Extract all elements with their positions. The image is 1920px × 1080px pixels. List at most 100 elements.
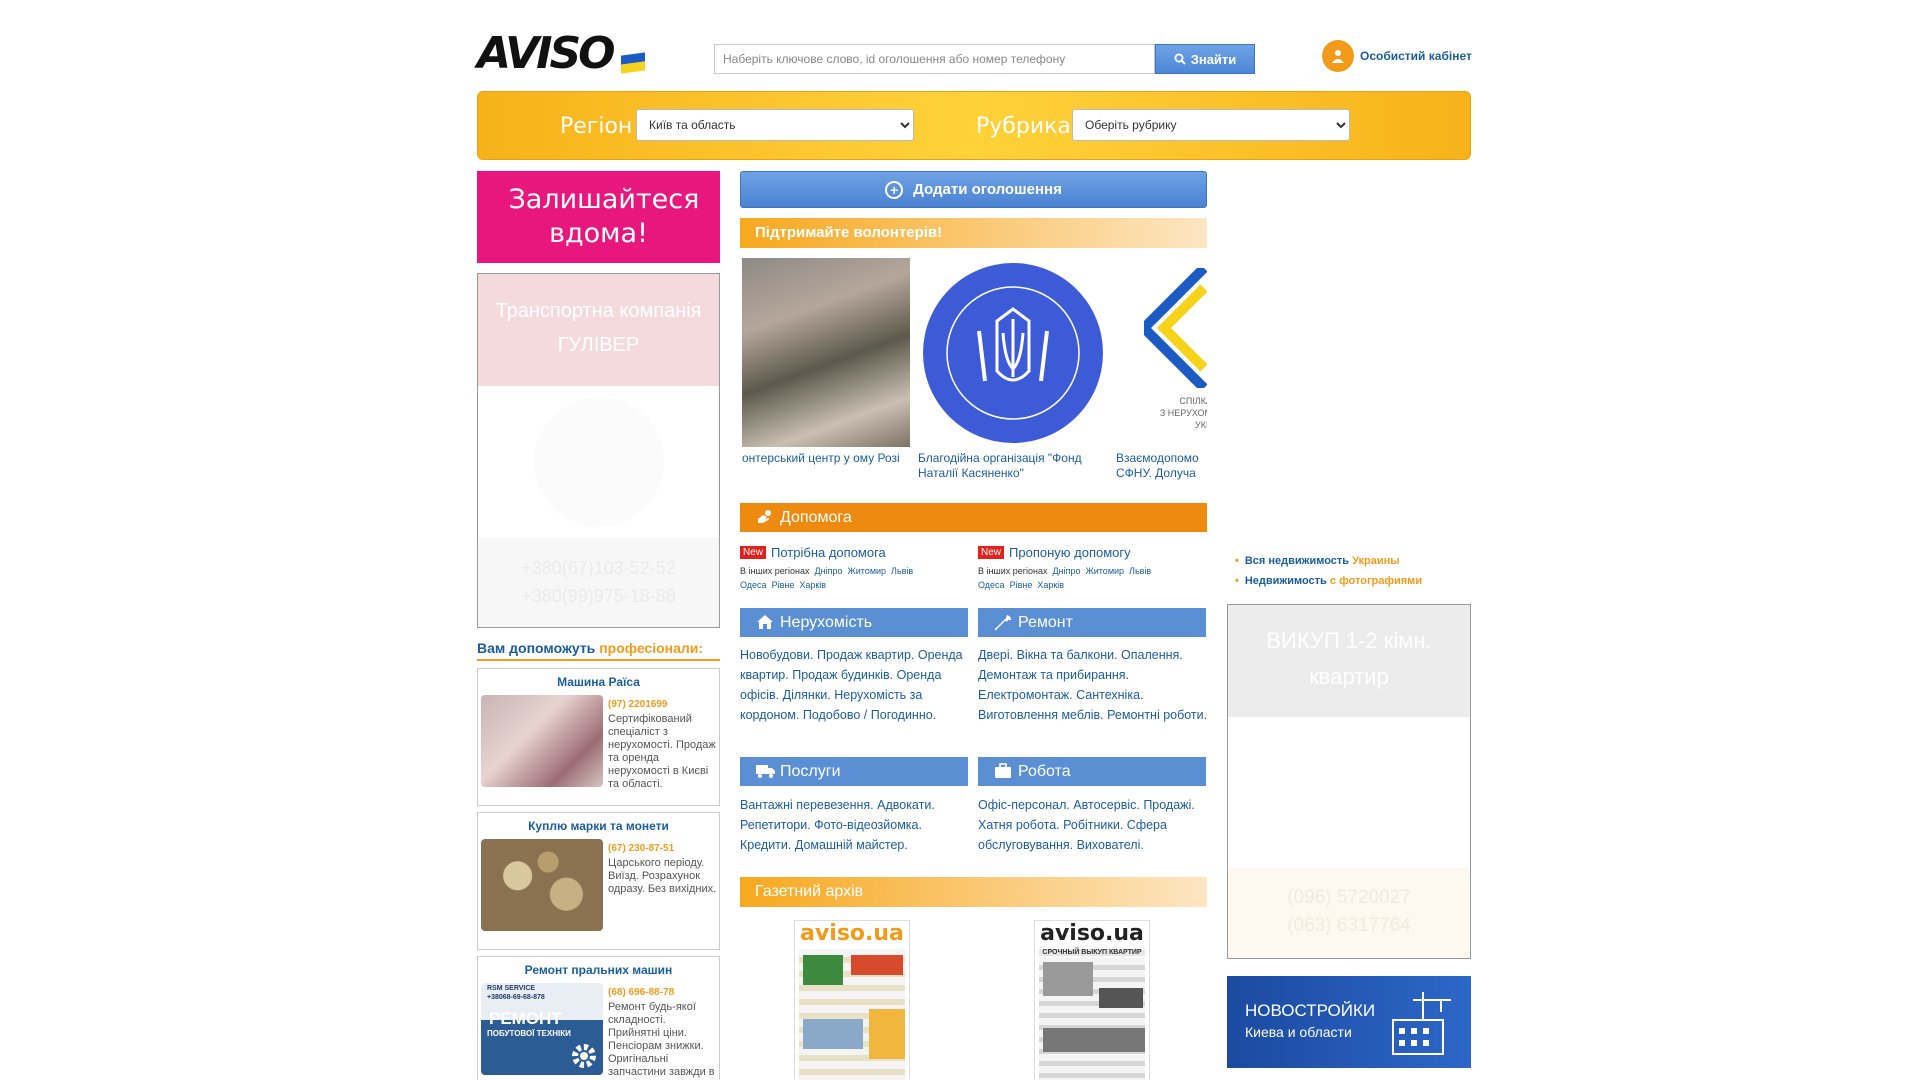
vykup-title: ВИКУП 1-2 кімн. квартир <box>1228 605 1470 717</box>
rubric-label: Рубрика <box>976 114 1071 139</box>
briefcase-icon <box>995 763 1011 778</box>
gulliver-title: Транспортна компанія ГУЛІВЕР <box>478 274 719 386</box>
pro-name[interactable]: Куплю марки та монети <box>478 813 719 837</box>
pro-phone: (97) 2201699 <box>608 699 668 710</box>
volunteers-carousel[interactable]: онтерський центр у ому Розі Благодійна о… <box>742 258 1207 483</box>
help-need-block: New Потрібна допомога В інших регіонах Дні… <box>740 545 970 592</box>
new-badge: New <box>740 546 767 559</box>
region-link[interactable]: Дніпро <box>1053 566 1081 576</box>
search-bar: Знайти <box>714 44 1255 74</box>
sfnu-text: СПІЛКА З НЕРУХОМ УКР <box>1159 396 1207 430</box>
right-links: • Вся недвижимость Украины • Недвижимость … <box>1235 551 1422 591</box>
add-ad-button[interactable]: + Додати оголошення <box>740 171 1207 208</box>
category-services-header[interactable]: Послуги <box>740 757 968 786</box>
volunteers-heading: Підтримайте волонтерів! <box>740 218 1207 248</box>
pro-name[interactable]: Ремонт пральних машин <box>478 957 719 981</box>
category-realty-links[interactable]: Новобудови. Продаж квартир. Оренда кварт… <box>740 645 972 725</box>
repair-image-title2: ПОБУТОВОЇ ТЕХНІКИ <box>487 1029 571 1038</box>
region-link[interactable]: Дніпро <box>815 566 843 576</box>
user-icon <box>1322 40 1354 72</box>
gear-icon <box>572 1044 596 1068</box>
carousel-caption[interactable]: Благодійна організація "Фонд Наталії Кас… <box>918 451 1108 481</box>
ukraine-flag-icon <box>620 52 645 74</box>
region-link[interactable]: Харків <box>1037 580 1064 590</box>
category-services-links[interactable]: Вантажні перевезення. Адвокати. Репетито… <box>740 795 972 855</box>
new-badge: New <box>978 546 1005 559</box>
novostroyki-banner[interactable]: НОВОСТРОЙКИ Киева и области <box>1227 976 1471 1068</box>
house-icon <box>757 615 773 629</box>
search-icon <box>1174 53 1186 65</box>
region-link[interactable]: Житомир <box>1085 566 1124 576</box>
link-all-realty[interactable]: • Вся недвижимость Украины <box>1235 551 1422 571</box>
category-realty-header[interactable]: Нерухомість <box>740 608 968 637</box>
repair-image-line2: +38068-69-68-878 <box>487 994 545 1001</box>
region-select[interactable]: Київ та область <box>636 109 914 141</box>
pro-card[interactable]: Машина Раїса (97) 2201699 Сертифікований… <box>477 668 720 806</box>
search-button-label: Знайти <box>1190 51 1237 67</box>
help-need-link[interactable]: Потрібна допомога <box>771 545 886 560</box>
vykup-phones: (096) 5720027 (063) 6317764 <box>1228 868 1470 958</box>
carousel-item[interactable]: Благодійна організація "Фонд Наталії Кас… <box>918 258 1108 480</box>
gulliver-logo <box>533 397 664 527</box>
stay-home-banner[interactable]: Залишайтеся вдома! <box>477 171 720 263</box>
pro-name[interactable]: Машина Раїса <box>478 669 719 693</box>
pro-description: Царського періоду. Виїзд. Розрахунок одр… <box>608 857 717 895</box>
help-regions: В інших регіонах Дніпро Житомир Львів Одеса… <box>740 566 914 590</box>
pro-phone: (67) 230-87-51 <box>608 843 675 854</box>
category-jobs-links[interactable]: Офіс-персонал. Автосервіс. Продажі. Хатн… <box>978 795 1210 855</box>
carousel-item[interactable]: СПІЛКА З НЕРУХОМ УКР Взаємодопомо СФНУ. … <box>1116 258 1207 480</box>
helping-hand-icon <box>758 510 771 523</box>
pro-description: Ремонт будь-якої складності. Прийнятні ц… <box>608 1001 715 1080</box>
repair-image-title1: РЕМОНТ <box>489 1009 562 1028</box>
archive-heading: Газетний архів <box>740 877 1207 907</box>
region-link[interactable]: Львів <box>891 566 913 576</box>
region-link[interactable]: Харків <box>799 580 826 590</box>
sfnu-logo: СПІЛКА З НЕРУХОМ УКР <box>1116 258 1207 447</box>
category-repair-header[interactable]: Ремонт <box>978 608 1206 637</box>
pro-card[interactable]: Куплю марки та монети (67) 230-87-51 Цар… <box>477 812 720 950</box>
newspaper-issue[interactable]: aviso.ua <box>794 920 910 1080</box>
carousel-caption[interactable]: Взаємодопомо СФНУ. Долуча <box>1116 451 1206 481</box>
repair-photo: RSM SERVICE +38068-69-68-878 РЕМОНТ ПОБУ… <box>481 983 603 1075</box>
link-realty-photos[interactable]: • Недвижимость с фотографиями <box>1235 571 1422 591</box>
paper-masthead: aviso.ua <box>800 921 904 946</box>
pro-photo <box>481 695 603 787</box>
help-regions: В інших регіонах Дніпро Житомир Львів Одеса… <box>978 566 1152 590</box>
region-link[interactable]: Житомир <box>847 566 886 576</box>
category-repair-links[interactable]: Двері. Вікна та балкони. Опалення. Демон… <box>978 645 1210 725</box>
carousel-item[interactable]: онтерський центр у ому Розі <box>742 258 910 465</box>
help-offer-block: New Пропоную допомогу В інших регіонах Дні… <box>978 545 1208 592</box>
fund-logo <box>918 258 1108 447</box>
novo-title: НОВОСТРОЙКИ <box>1245 1001 1376 1020</box>
region-link[interactable]: Рівне <box>772 580 795 590</box>
repair-image-line1: RSM SERVICE <box>487 985 536 992</box>
gulliver-ad[interactable]: Транспортна компанія ГУЛІВЕР +380(67)103… <box>477 273 720 628</box>
building-crane-icon <box>1392 992 1451 1055</box>
region-link[interactable]: Одеса <box>978 580 1005 590</box>
pro-description: Сертифікований спеціаліст з нерухомості.… <box>608 713 716 790</box>
search-button[interactable]: Знайти <box>1155 44 1255 74</box>
volunteers-photo <box>742 258 910 447</box>
carousel-caption[interactable]: онтерський центр у ому Розі <box>742 451 932 466</box>
region-link[interactable]: Рівне <box>1010 580 1033 590</box>
logo-text: AVISO <box>477 28 616 79</box>
help-offer-link[interactable]: Пропоную допомогу <box>1009 545 1131 560</box>
region-link[interactable]: Одеса <box>740 580 767 590</box>
coins-photo <box>481 839 603 931</box>
region-link[interactable]: Львів <box>1129 566 1151 576</box>
gulliver-phones: +380(67)103-52-52 +380(99)975-18-88 <box>478 538 719 627</box>
search-input[interactable] <box>714 44 1155 74</box>
vykup-ad[interactable]: ВИКУП 1-2 кімн. квартир (096) 5720027 (0… <box>1227 604 1471 959</box>
personal-cabinet-link[interactable]: Особистий кабінет <box>1322 40 1472 72</box>
novo-subtitle: Киева и области <box>1245 1024 1352 1040</box>
plus-icon: + <box>885 180 904 199</box>
add-ad-label: Додати оголошення <box>913 181 1062 198</box>
category-jobs-header[interactable]: Робота <box>978 757 1206 786</box>
help-heading: Допомога <box>740 503 1207 532</box>
pro-card[interactable]: Ремонт пральних машин RSM SERVICE +38068… <box>477 956 720 1080</box>
filter-bar: Регіон Київ та область Рубрика Оберіть р… <box>477 91 1471 160</box>
paper-headline: СРОЧНЫЙ ВЫКУП КВАРТИР <box>1039 949 1145 956</box>
newspaper-issue[interactable]: aviso.ua СРОЧНЫЙ ВЫКУП КВАРТИР <box>1034 920 1150 1080</box>
aviso-logo[interactable]: AVISO <box>477 32 645 76</box>
rubric-select[interactable]: Оберіть рубрику <box>1072 109 1350 141</box>
